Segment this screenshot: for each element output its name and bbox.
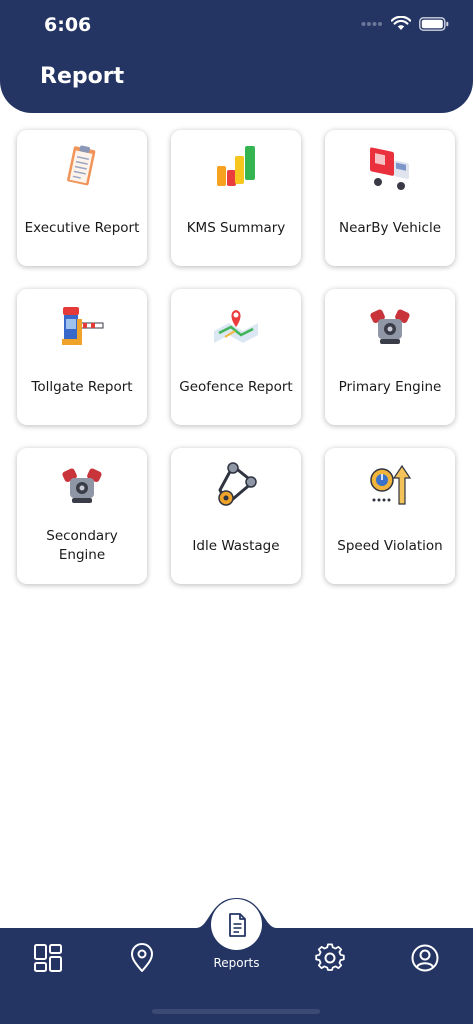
card-label: Primary Engine	[338, 378, 442, 395]
dashboard-grid-icon[interactable]	[33, 943, 63, 973]
idle-wastage-card[interactable]: Idle Wastage	[171, 448, 301, 584]
card-label: Speed Violation	[337, 537, 443, 554]
card-label: Geofence Report	[179, 378, 293, 395]
home-indicator	[152, 1009, 320, 1014]
card-label: Secondary Engine	[46, 528, 118, 563]
executive-report-card[interactable]: Executive Report	[17, 130, 147, 266]
card-label: Executive Report	[24, 219, 140, 236]
map-pin-icon	[214, 310, 258, 343]
reports-tab-label: Reports	[213, 956, 260, 970]
engine-icon	[62, 468, 102, 503]
belt-pulley-icon	[218, 462, 257, 506]
tollgate-report-card[interactable]: Tollgate Report	[17, 289, 147, 425]
battery-icon	[419, 16, 449, 31]
settings-gear-icon[interactable]	[315, 943, 345, 973]
speed-arrow-icon	[370, 464, 412, 505]
bar-chart-icon	[217, 146, 255, 186]
kms-summary-card[interactable]: KMS Summary	[171, 130, 301, 266]
engine-icon	[370, 309, 410, 344]
primary-engine-card[interactable]: Primary Engine	[325, 289, 455, 425]
document-icon	[228, 912, 246, 937]
secondary-engine-card[interactable]: Secondary Engine	[17, 448, 147, 584]
clipboard-icon	[67, 145, 96, 186]
geofence-report-card[interactable]: Geofence Report	[171, 289, 301, 425]
tollgate-icon	[62, 307, 104, 345]
card-label: KMS Summary	[186, 219, 286, 236]
signal-icon	[361, 21, 382, 26]
truck-icon	[370, 147, 409, 190]
wifi-icon	[391, 16, 411, 30]
speed-violation-card[interactable]: Speed Violation	[325, 448, 455, 584]
card-label: Tollgate Report	[31, 378, 133, 395]
profile-icon[interactable]	[410, 943, 440, 973]
location-pin-icon[interactable]	[127, 943, 157, 973]
page-title: Report	[40, 64, 125, 89]
reports-tab-button[interactable]	[211, 899, 262, 950]
status-time: 6:06	[44, 14, 92, 36]
app-header: 6:06 Report	[0, 0, 473, 113]
nearby-vehicle-card[interactable]: NearBy Vehicle	[325, 130, 455, 266]
card-label: Idle Wastage	[192, 537, 280, 554]
card-label: NearBy Vehicle	[338, 219, 442, 236]
status-icons	[361, 16, 449, 31]
